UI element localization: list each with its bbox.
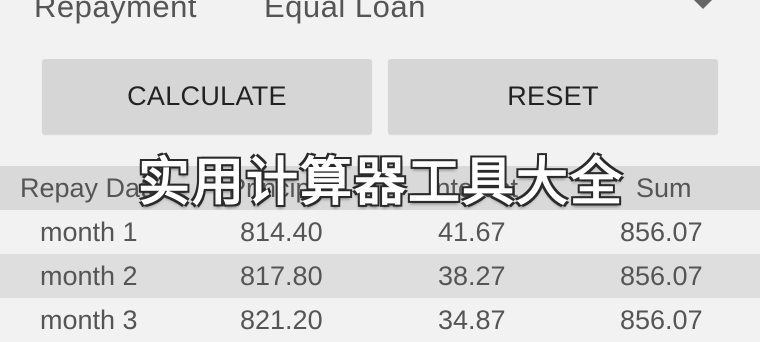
header-principal: Principal [228,173,332,203]
header-repay-date: Repay Date [20,173,163,203]
repayment-row[interactable]: Repayment Equal Loan [0,0,760,32]
cell-principal: 817.80 [240,261,323,291]
cell-repay-date: month 1 [40,217,138,247]
table-row: month 3 821.20 34.87 856.07 [0,298,760,342]
repayment-table: Repay Date Principal Interest Sum month … [0,166,760,342]
repayment-select[interactable]: Equal Loan [264,0,426,32]
table-row: month 2 817.80 38.27 856.07 [0,254,760,298]
cell-principal: 821.20 [240,305,323,335]
cell-interest: 38.27 [438,261,506,291]
cell-principal: 814.40 [240,217,323,247]
calculate-button[interactable]: CALCULATE [42,59,372,134]
header-sum: Sum [636,173,692,203]
cell-repay-date: month 2 [40,261,138,291]
cell-interest: 41.67 [438,217,506,247]
cell-sum: 856.07 [620,305,703,335]
table-row: month 1 814.40 41.67 856.07 [0,210,760,254]
repayment-label: Repayment [34,0,198,24]
cell-sum: 856.07 [620,217,703,247]
header-interest: Interest [428,173,519,203]
cell-interest: 34.87 [438,305,506,335]
dropdown-arrow-icon[interactable] [692,0,714,9]
cell-sum: 856.07 [620,261,703,291]
table-header-row: Repay Date Principal Interest Sum [0,166,760,210]
reset-button[interactable]: RESET [388,59,718,134]
cell-repay-date: month 3 [40,305,138,335]
